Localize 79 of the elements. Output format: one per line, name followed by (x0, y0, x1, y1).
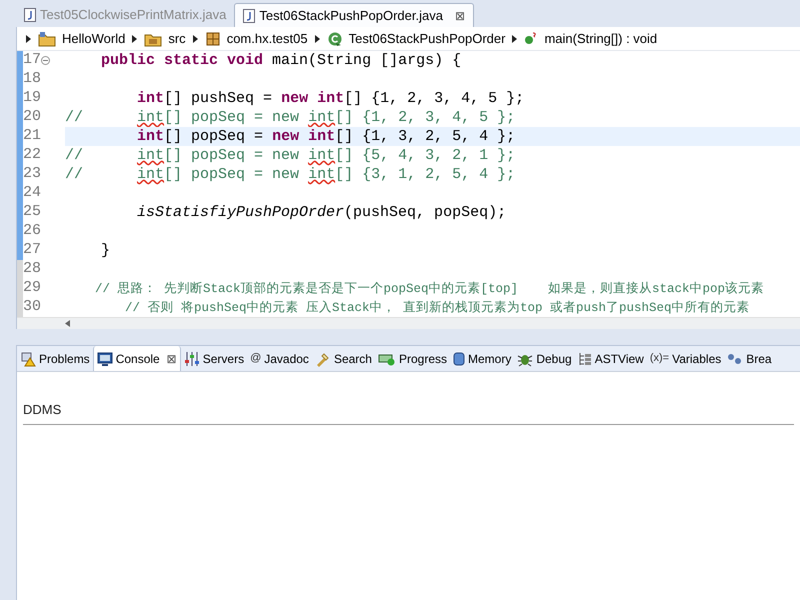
arrow-icon (314, 34, 321, 44)
dots-icon (727, 352, 744, 366)
view-tab[interactable]: (x)= Variables (646, 346, 724, 371)
view-tab[interactable]: Brea (724, 346, 775, 371)
breadcrumb-item[interactable]: com.hx.test05 (226, 28, 308, 48)
code-line: // 思路： 先判断Stack顶部的元素是否是下一个popSeq中的元素[top] 如果是，则直接从stack中pop该元素 (94, 280, 766, 298)
line-number: 27 (23, 240, 42, 260)
sliders-icon (184, 350, 200, 366)
class-icon (326, 30, 343, 46)
close-icon[interactable]: ⊠ (454, 6, 465, 24)
tab-label: Problems (39, 350, 90, 368)
line-number: 29 (23, 278, 42, 298)
tab-label: ASTView (594, 350, 644, 368)
arrow-icon (192, 34, 199, 44)
arrow-icon (131, 34, 138, 44)
line-number: 28 (23, 259, 42, 280)
line-number: 24 (23, 183, 42, 204)
code-line: // 否则 将pushSeq中的元素 压入Stack中， 直到新的栈顶元素为top 或者push了pushSeq中所有的元素 (124, 300, 751, 317)
code-line: isStatisfiyPushPopOrder(pushSeq, popSeq); (136, 203, 508, 222)
line-number: 25 (23, 202, 42, 222)
view-tab[interactable]: Console ⊠ (92, 346, 181, 371)
tree-icon (578, 352, 592, 366)
monitor-icon (96, 350, 113, 366)
java-file-icon (243, 8, 256, 22)
tab-label: Test05ClockwisePrintMatrix.java (40, 6, 226, 24)
breadcrumb-item[interactable]: main(String[]) : void (544, 28, 658, 48)
collapse-icon[interactable] (41, 56, 50, 65)
tab-label: Debug (536, 350, 572, 368)
cylinder-icon (453, 350, 465, 366)
tab-icon: (x)= (650, 350, 670, 367)
view-tab[interactable]: @ Javadoc (247, 346, 312, 371)
code-line: int[] pushSeq = new int[] {1, 2, 3, 4, 5 }; (136, 89, 526, 108)
tab-label: Test06StackPushPopOrder.java (259, 6, 443, 25)
view-tab[interactable]: Problems (17, 346, 93, 371)
line-number: 21 (23, 126, 42, 146)
tab-icon: @ (250, 350, 262, 367)
warning-icon (20, 350, 36, 366)
arrow-icon (511, 34, 518, 44)
line-number: 20 (23, 107, 42, 128)
console-title: DDMS (23, 402, 62, 417)
breadcrumb-item[interactable]: HelloWorld (62, 28, 126, 48)
close-icon[interactable]: ⊠ (166, 350, 177, 368)
progress-icon (378, 352, 396, 366)
tab-label: Console (116, 350, 160, 368)
line-number: 23 (23, 164, 42, 184)
line-number: 17 (23, 50, 42, 70)
view-tab[interactable]: ASTView (574, 346, 647, 371)
scroll-left-icon[interactable] (65, 320, 71, 327)
view-tab[interactable]: Servers (180, 346, 248, 371)
tab-label: Servers (202, 350, 244, 368)
method-icon (524, 32, 538, 46)
code-line: } (100, 241, 112, 260)
code-line: public static void main(String []args) { (100, 51, 462, 70)
code-line: // int[] popSeq = new int[] {1, 2, 3, 4, 5 }; (65, 108, 516, 127)
line-number: 22 (23, 145, 42, 166)
java-file-icon (24, 8, 36, 22)
tab-label: Variables (672, 350, 722, 368)
view-tab[interactable]: Debug (514, 346, 575, 371)
line-number: 19 (23, 88, 42, 108)
package-icon (204, 30, 221, 46)
tab-label: Javadoc (264, 350, 309, 368)
breadcrumb-item[interactable]: src (168, 28, 186, 48)
arrow-icon (25, 34, 32, 44)
tab-label: Brea (746, 350, 772, 368)
tab-label: Progress (398, 350, 447, 368)
code-line: // int[] popSeq = new int[] {5, 4, 3, 2, 1 }; (65, 146, 516, 165)
line-number: 26 (23, 221, 42, 242)
view-tab[interactable]: Search (312, 346, 375, 371)
tab-label: Memory (468, 350, 512, 368)
breadcrumb-item[interactable]: Test06StackPushPopOrder (348, 28, 506, 48)
view-tab[interactable]: Progress (374, 346, 450, 371)
tab-label: Search (334, 350, 372, 368)
editor-tab[interactable]: Test06StackPushPopOrder.java ⊠ (234, 3, 474, 27)
view-tab[interactable]: Memory (450, 346, 514, 371)
line-number: 18 (23, 69, 42, 90)
flashlight-icon (314, 350, 331, 366)
code-line: // int[] popSeq = new int[] {3, 1, 2, 5, 4 }; (65, 165, 516, 184)
project-folder-icon (38, 30, 56, 46)
line-number: 30 (23, 297, 42, 318)
